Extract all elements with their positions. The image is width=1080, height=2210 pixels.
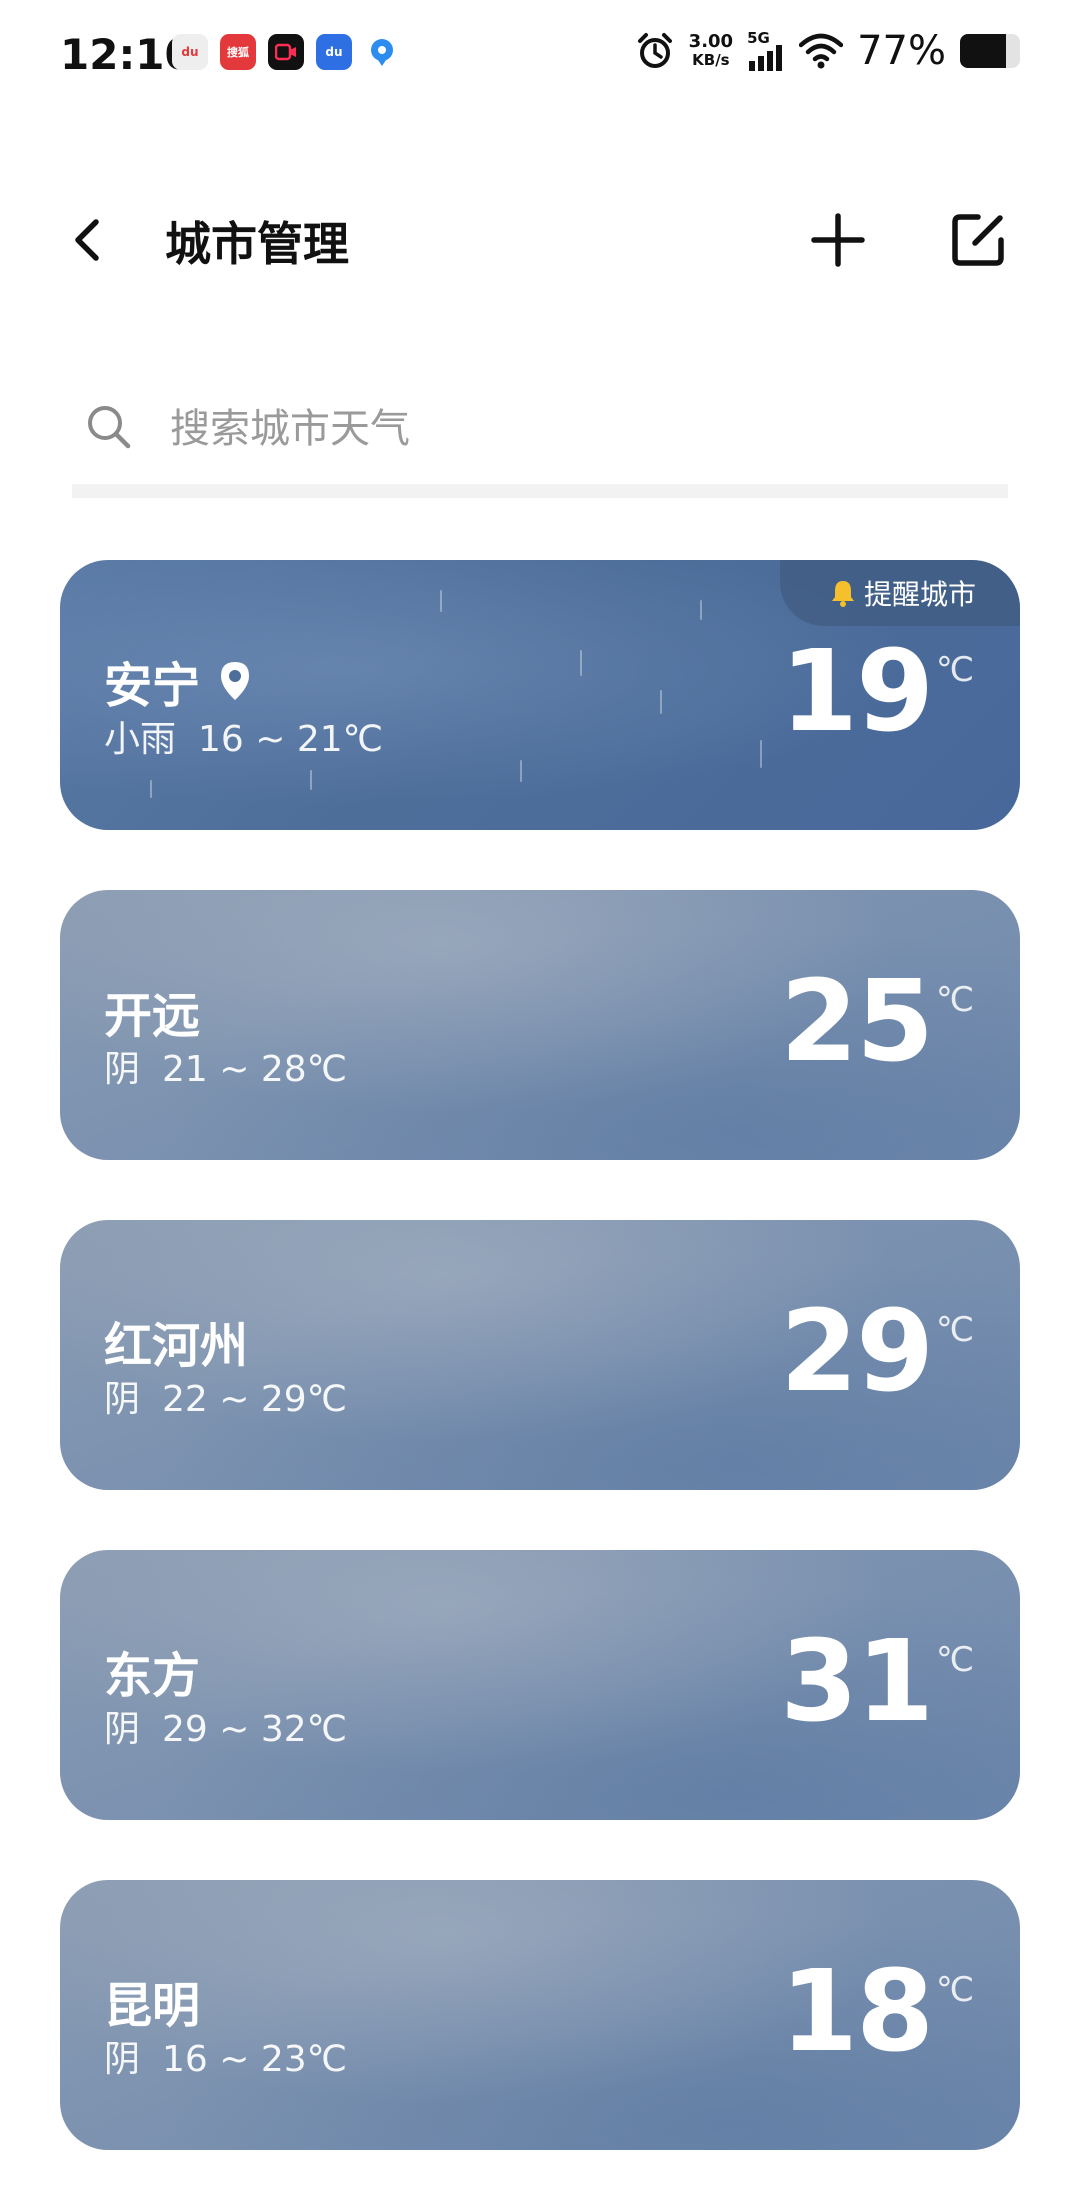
status-indicators: 3.00 KB/s 5G 77% — [635, 28, 1020, 74]
city-name-row: 开远 — [104, 976, 200, 1046]
weather-condition: 小雨 — [104, 719, 177, 760]
current-temp: 18 — [780, 1947, 934, 2077]
temp-range: 16 ~ 21℃ — [198, 719, 384, 760]
chevron-left-icon — [75, 219, 99, 261]
city-name-row: 红河州 — [104, 1306, 248, 1376]
add-city-button[interactable] — [808, 210, 868, 270]
current-temp: 19 — [780, 627, 934, 757]
city-name-row: 东方 — [104, 1636, 200, 1706]
video-camera-app-icon — [268, 34, 304, 70]
weather-summary: 阴 21 ~ 28℃ — [104, 1040, 347, 1092]
city-card-anning[interactable]: 提醒城市 安宁 小雨 16 ~ 21℃ 19 ℃ — [60, 560, 1020, 830]
reminder-label: 提醒城市 — [863, 578, 976, 611]
temp-unit: ℃ — [935, 1970, 974, 2010]
city-card-kunming[interactable]: 昆明 阴 16 ~ 23℃ 18 ℃ — [60, 1880, 1020, 2150]
current-temp: 31 — [780, 1617, 934, 1747]
city-name-row: 昆明 — [104, 1966, 200, 2036]
weather-summary: 阴 29 ~ 32℃ — [104, 1700, 347, 1752]
temp-range: 29 ~ 32℃ — [162, 1709, 348, 1750]
city-card-kaiyuan[interactable]: 开远 阴 21 ~ 28℃ 25 ℃ — [60, 890, 1020, 1160]
weather-summary: 小雨 16 ~ 21℃ — [104, 710, 383, 762]
battery-icon — [960, 34, 1020, 68]
search-bar[interactable] — [72, 380, 1008, 498]
weather-condition: 阴 — [104, 1709, 141, 1750]
page-title: 城市管理 — [165, 217, 349, 271]
search-icon — [88, 406, 131, 449]
temp-range: 16 ~ 23℃ — [162, 2039, 348, 2080]
city-card-dongfang[interactable]: 东方 阴 29 ~ 32℃ 31 ℃ — [60, 1550, 1020, 1820]
temp-range: 21 ~ 28℃ — [162, 1049, 348, 1090]
net-speed-unit: KB/s — [692, 51, 730, 69]
city-name: 昆明 — [104, 1978, 201, 2034]
plus-icon — [811, 213, 865, 267]
city-name: 红河州 — [104, 1318, 249, 1374]
notification-app-icons: du 搜狐 du — [172, 34, 400, 70]
city-card-honghezhou[interactable]: 红河州 阴 22 ~ 29℃ 29 ℃ — [60, 1220, 1020, 1490]
search-input[interactable] — [168, 392, 972, 466]
location-pin-icon — [221, 662, 250, 700]
wifi-icon — [799, 33, 844, 69]
reminder-city-tag: 提醒城市 — [779, 560, 1020, 626]
weather-condition: 阴 — [104, 2039, 141, 2080]
alarm-icon — [637, 33, 672, 68]
location-app-icon — [364, 34, 400, 70]
cellular-signal-icon: 5G — [747, 29, 785, 71]
battery-percent: 77% — [857, 28, 946, 74]
temp-unit: ℃ — [935, 650, 974, 690]
temp-unit: ℃ — [935, 1640, 974, 1680]
baidu-app-icon: du — [316, 34, 352, 70]
net-speed: 3.00 KB/s — [688, 31, 734, 70]
current-temp: 29 — [780, 1287, 934, 1417]
weather-condition: 阴 — [104, 1049, 141, 1090]
city-list: 提醒城市 安宁 小雨 16 ~ 21℃ 19 ℃ 开远 阴 21 ~ 28℃ 25 … — [60, 560, 1020, 2210]
current-temp: 25 — [780, 957, 934, 1087]
city-name: 东方 — [104, 1648, 201, 1704]
back-button[interactable] — [60, 210, 120, 270]
top-bar: 城市管理 — [0, 190, 1080, 290]
city-name: 开远 — [104, 988, 201, 1044]
weather-condition: 阴 — [104, 1379, 141, 1420]
temp-unit: ℃ — [935, 980, 974, 1020]
baidu-map-icon: du — [172, 34, 208, 70]
weather-summary: 阴 16 ~ 23℃ — [104, 2030, 347, 2082]
bell-icon — [831, 581, 854, 607]
status-bar: 12:10 du 搜狐 du 3.00 KB/s 5G 77% — [0, 0, 1080, 112]
battery-fill — [960, 34, 1007, 68]
temp-range: 22 ~ 29℃ — [162, 1379, 348, 1420]
edit-cities-button[interactable] — [948, 210, 1008, 270]
net-speed-value: 3.00 — [688, 31, 734, 52]
city-name-row: 安宁 — [104, 646, 252, 716]
city-name: 安宁 — [104, 658, 201, 714]
weather-summary: 阴 22 ~ 29℃ — [104, 1370, 347, 1422]
edit-icon — [952, 214, 1004, 266]
temp-unit: ℃ — [935, 1310, 974, 1350]
sohu-video-icon: 搜狐 — [220, 34, 256, 70]
